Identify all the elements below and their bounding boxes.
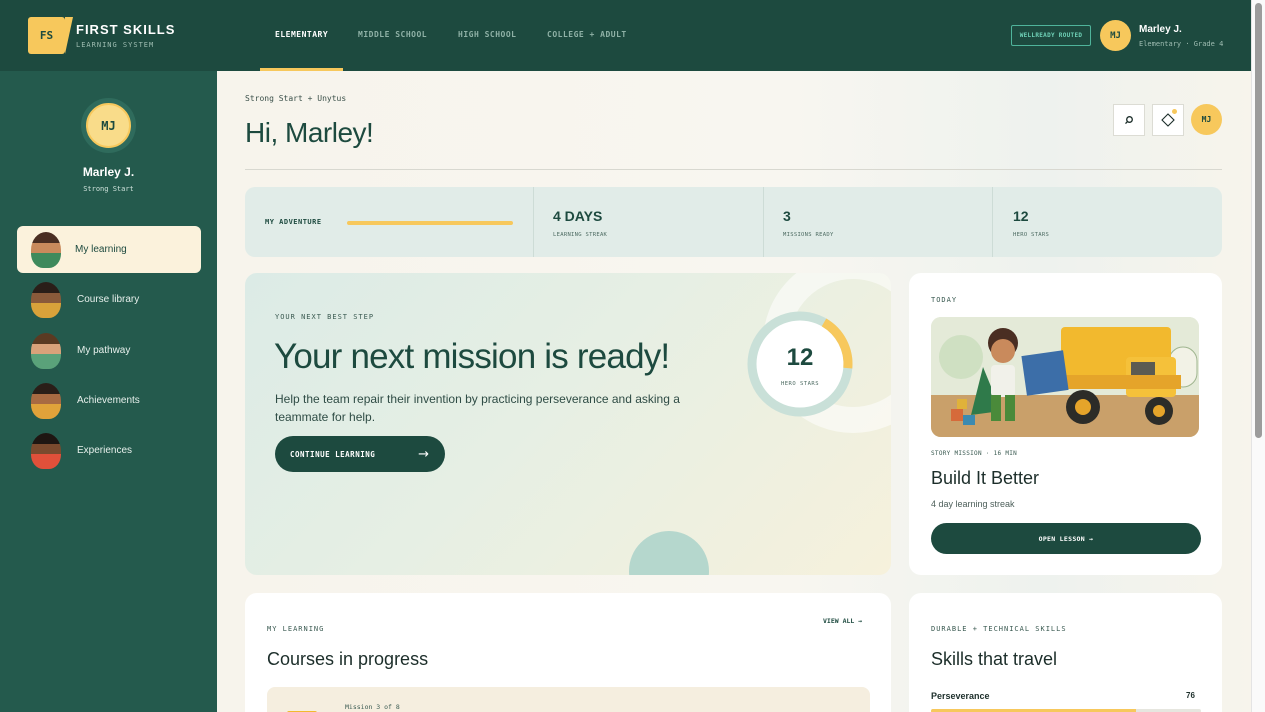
sidebar-item-achievements[interactable]: Achievements (17, 377, 201, 424)
sidebar-item-experiences[interactable]: Experiences (17, 427, 201, 474)
sidebar-item-label: My pathway (77, 345, 131, 356)
search-icon (1125, 116, 1133, 125)
courses-card: MY LEARNING Courses in progress VIEW ALL… (245, 593, 891, 712)
tab-middle-school[interactable]: MIDDLE SCHOOL (358, 30, 427, 39)
logo-badge[interactable]: FS (28, 17, 73, 54)
page-scrollbar[interactable] (1251, 0, 1265, 712)
courses-kicker: MY LEARNING (267, 625, 325, 633)
course-item[interactable]: Mission 3 of 8 (267, 687, 870, 712)
sidebar-item-label: Course library (77, 294, 140, 305)
sidebar-item-label: My learning (75, 244, 127, 255)
divider (992, 187, 993, 257)
skills-title: Skills that travel (931, 649, 1058, 669)
divider (245, 169, 1222, 170)
sidebar-subtitle: Strong Start (83, 185, 134, 193)
arrow-right-icon: → (418, 446, 429, 462)
truck-kid-illustration-icon (931, 317, 1199, 437)
divider (533, 187, 534, 257)
scrollbar-thumb[interactable] (1255, 3, 1262, 438)
sidebar-item-my-pathway[interactable]: My pathway (17, 327, 201, 374)
brand-subtitle: LEARNING SYSTEM (76, 41, 155, 49)
gauge-label: HERO STARS (780, 381, 820, 387)
sidebar-avatar[interactable]: MJ (86, 103, 131, 148)
mission-title: Build It Better (931, 468, 1040, 488)
hero-kicker: YOUR NEXT BEST STEP (275, 313, 375, 321)
page-title: Hi, Marley! (245, 117, 374, 148)
notification-dot (1172, 109, 1177, 114)
next-mission-card: YOUR NEXT BEST STEP Your next mission is… (245, 273, 891, 575)
truck-thumbnail-icon (287, 711, 317, 712)
stat-stars-label: HERO STARS (1013, 232, 1050, 238)
sidebar-item-label: Experiences (77, 445, 133, 456)
top-bar: FS FIRST SKILLS LEARNING SYSTEM ELEMENTA… (0, 0, 1251, 71)
kid-avatar-icon (31, 332, 61, 369)
kid-avatar-icon (31, 281, 61, 318)
sidebar-item-my-learning[interactable]: My learning (17, 226, 201, 273)
hero-title: Your next mission is ready! (274, 337, 670, 376)
search-button[interactable] (1113, 104, 1145, 136)
adventure-label: MY ADVENTURE (265, 218, 322, 226)
stat-streak-value: 4 DAYS (553, 208, 603, 224)
mission-meta: STORY MISSION · 16 MIN (931, 450, 1018, 457)
skills-card: DURABLE + TECHNICAL SKILLS Skills that t… (909, 593, 1222, 712)
stat-missions-label: MISSIONS READY (783, 232, 834, 238)
diamond-icon (1161, 113, 1175, 127)
status-badge: WELLREADY ROUTED (1011, 25, 1091, 46)
skill-label: Perseverance (931, 691, 990, 701)
courses-title: Courses in progress (267, 649, 429, 669)
sidebar-name: Marley J. (82, 165, 135, 179)
sidebar-item-label: Achievements (77, 395, 140, 406)
continue-learning-label: CONTINUE LEARNING (290, 449, 376, 459)
skill-value: 76 (1186, 691, 1195, 700)
stats-strip: MY ADVENTURE 4 DAYS LEARNING STREAK 3 MI… (245, 187, 1222, 257)
skills-kicker: DURABLE + TECHNICAL SKILLS (931, 625, 1067, 633)
tab-college-adult[interactable]: COLLEGE + ADULT (547, 30, 627, 39)
header-user-name: Marley J. (1139, 24, 1182, 35)
kid-avatar-icon (31, 231, 61, 268)
today-card: TODAY STORY MISSION · 16 MIN Build It Be… (909, 273, 1222, 575)
kid-avatar-icon (31, 382, 61, 419)
header-user-meta: Elementary · Grade 4 (1139, 40, 1224, 48)
page-avatar[interactable]: MJ (1191, 104, 1222, 135)
brand-title: FIRST SKILLS (76, 22, 176, 37)
today-kicker: TODAY (931, 296, 958, 304)
mission-subtitle: 4 day learning streak (931, 499, 1015, 509)
breadcrumb: Strong Start + Unytus (245, 94, 347, 103)
sidebar-avatar-ring: MJ (81, 98, 136, 153)
gauge-value: 12 (786, 344, 814, 371)
tab-high-school[interactable]: HIGH SCHOOL (458, 30, 516, 39)
decorative-circle (629, 531, 709, 575)
hero-description: Help the team repair their invention by … (275, 392, 680, 424)
notifications-button[interactable] (1152, 104, 1184, 136)
divider (763, 187, 764, 257)
stat-stars-value: 12 (1013, 208, 1029, 224)
tab-elementary[interactable]: ELEMENTARY (275, 30, 328, 39)
stat-missions-value: 3 (783, 208, 791, 224)
adventure-progress-bar (347, 221, 513, 225)
kid-avatar-icon (31, 432, 61, 469)
open-lesson-button[interactable]: OPEN LESSON → (931, 523, 1201, 554)
course-meta: Mission 3 of 8 (345, 703, 400, 711)
header-avatar[interactable]: MJ (1100, 20, 1131, 51)
stat-streak-label: LEARNING STREAK (553, 232, 608, 238)
sidebar-item-course-library[interactable]: Course library (17, 276, 201, 323)
mission-illustration[interactable] (931, 317, 1199, 437)
continue-learning-button[interactable]: CONTINUE LEARNING → (275, 436, 445, 472)
view-all-link[interactable]: VIEW ALL → (823, 617, 862, 625)
